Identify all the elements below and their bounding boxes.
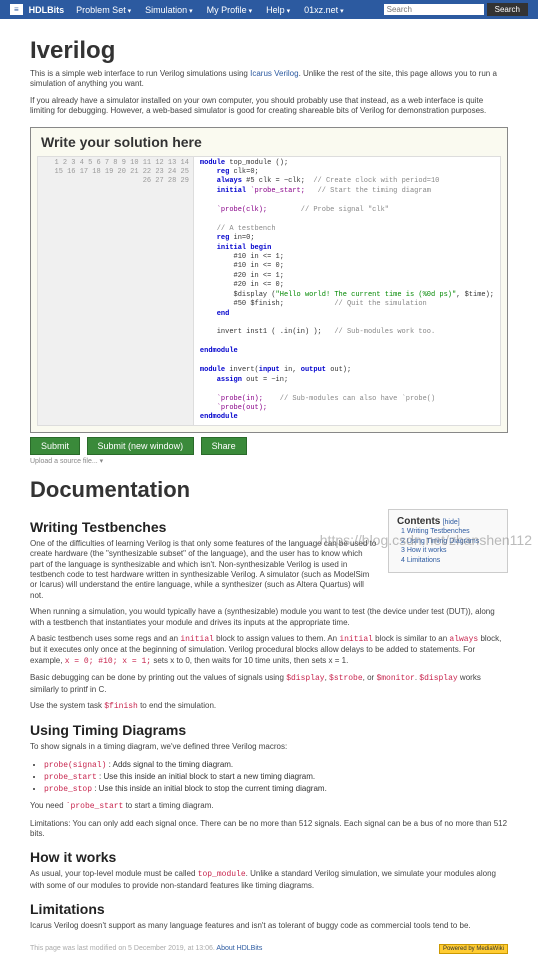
icarus-link[interactable]: Icarus Verilog [250,69,298,78]
heading-how-it-works: How it works [30,849,508,865]
code-editor[interactable]: 1 2 3 4 5 6 7 8 9 10 11 12 13 14 15 16 1… [37,156,501,426]
button-row: Submit Submit (new window) Share [30,437,508,455]
s2-p2: You need `probe_start to start a timing … [30,801,508,812]
s1-p5: Use the system task $finish to end the s… [30,701,508,712]
macro-probe-start: probe_start : Use this inside an initial… [44,771,508,783]
documentation-title: Documentation [30,477,508,503]
heading-timing-diagrams: Using Timing Diagrams [30,722,508,738]
editor-header: Write your solution here [31,128,507,156]
upload-source-file[interactable]: Upload a source file... ▾ [30,457,508,465]
nav-problem-set[interactable]: Problem Set [76,5,131,15]
table-of-contents: Contents [hide] 1 Writing Testbenches 2 … [388,509,508,573]
doc-main: Writing Testbenches One of the difficult… [30,509,378,607]
s4-p1: Icarus Verilog doesn't support as many l… [30,921,508,931]
nav-help[interactable]: Help [266,5,290,15]
nav-01xz[interactable]: 01xz.net [304,5,344,15]
nav-simulation[interactable]: Simulation [145,5,193,15]
editor-box: Write your solution here 1 2 3 4 5 6 7 8… [30,127,508,433]
toc-item-2[interactable]: 2 Using Timing Diagrams [401,537,499,547]
toc-item-1[interactable]: 1 Writing Testbenches [401,527,499,537]
submit-button[interactable]: Submit [30,437,80,455]
code-lines[interactable]: module top_module (); reg clk=0; always … [194,157,500,425]
submit-new-window-button[interactable]: Submit (new window) [87,437,195,455]
heading-limitations: Limitations [30,901,508,917]
toc-title: Contents [397,516,440,527]
s3-p1: As usual, your top-level module must be … [30,869,508,891]
toc-item-4[interactable]: 4 Limitations [401,556,499,566]
search-button[interactable]: Search [487,3,528,16]
s1-p2: When running a simulation, you would typ… [30,607,508,628]
macro-list: probe(signal) : Adds signal to the timin… [44,759,508,796]
toc-hide[interactable]: [hide] [443,519,460,526]
macro-probe: probe(signal) : Adds signal to the timin… [44,759,508,771]
heading-writing-testbenches: Writing Testbenches [30,519,378,535]
page-title: Iverilog [30,37,508,65]
main-container: Iverilog This is a simple web interface … [0,19,538,965]
search-input[interactable] [384,4,484,15]
logo-icon: ≡ [10,4,23,15]
mediawiki-badge[interactable]: Powered by MediaWiki [439,944,508,954]
footer: This page was last modified on 5 Decembe… [30,944,508,954]
toc-item-3[interactable]: 3 How it works [401,546,499,556]
nav-my-profile[interactable]: My Profile [207,5,252,15]
line-gutter: 1 2 3 4 5 6 7 8 9 10 11 12 13 14 15 16 1… [38,157,194,425]
s1-p4: Basic debugging can be done by printing … [30,673,508,695]
s2-p1: To show signals in a timing diagram, we'… [30,742,508,752]
top-navbar: ≡ HDLBits Problem Set Simulation My Prof… [0,0,538,19]
about-link[interactable]: About HDLBits [216,945,262,952]
s2-p3: Limitations: You can only add each signa… [30,819,508,840]
s1-p3: A basic testbench uses some regs and an … [30,634,508,667]
intro-1: This is a simple web interface to run Ve… [30,69,508,90]
s1-p1: One of the difficulties of learning Veri… [30,539,378,601]
intro-2: If you already have a simulator installe… [30,96,508,117]
brand[interactable]: HDLBits [29,5,65,15]
share-button[interactable]: Share [201,437,247,455]
macro-probe-stop: probe_stop : Use this inside an initial … [44,783,508,795]
